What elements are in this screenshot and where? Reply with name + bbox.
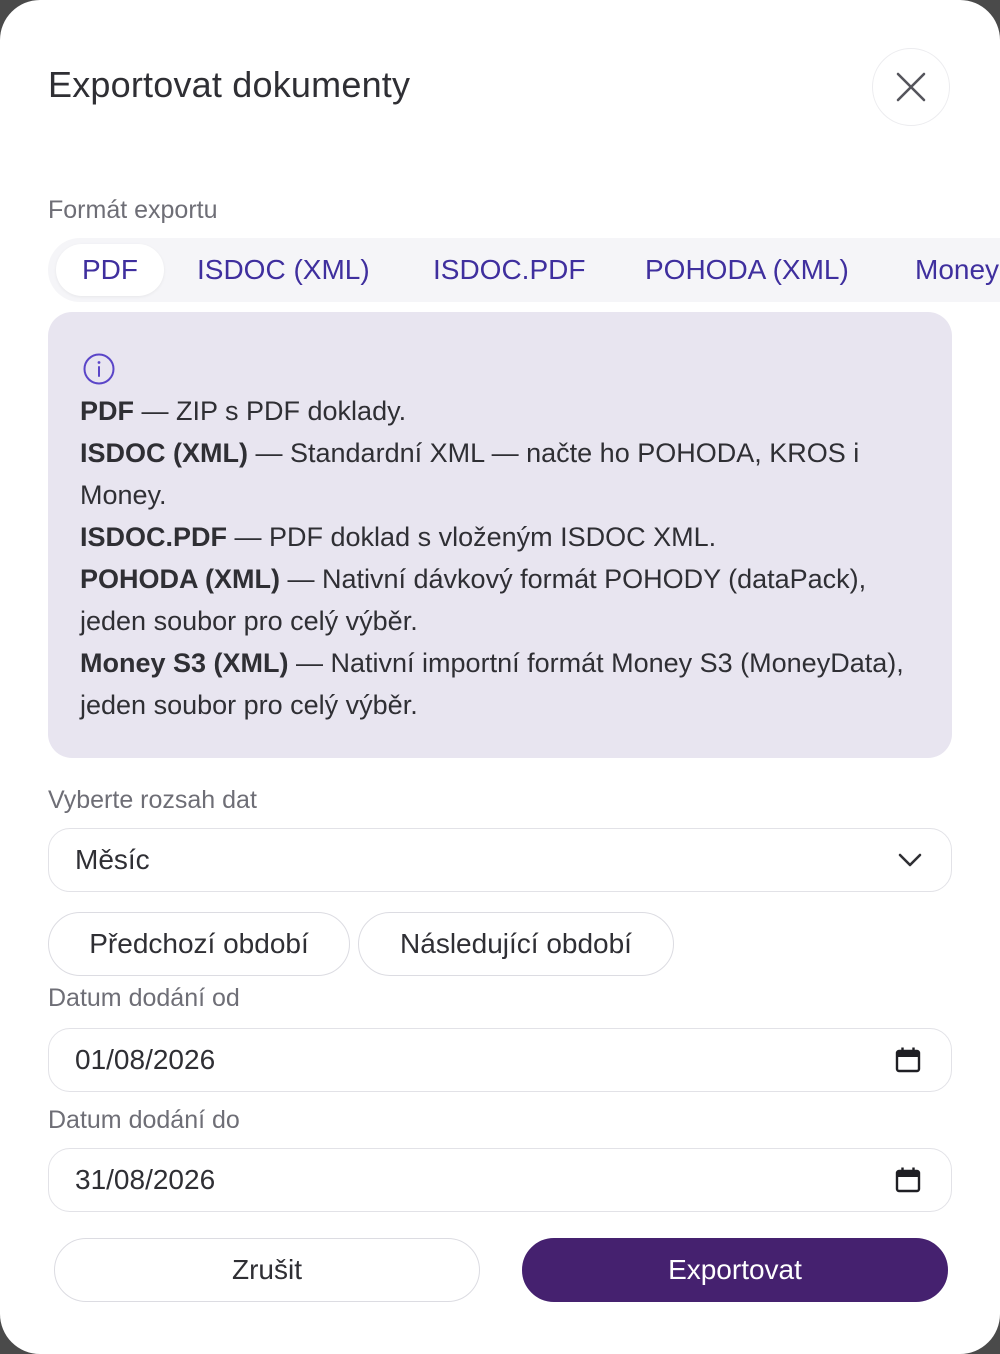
- export-button[interactable]: Exportovat: [522, 1238, 948, 1302]
- range-selected-value: Měsíc: [75, 844, 150, 875]
- info-line-pohoda-xml: POHODA (XML) — Nativní dávkový formát PO…: [80, 558, 920, 642]
- info-line-pdf: PDF — ZIP s PDF doklady.: [80, 390, 920, 432]
- tab-isdoc-pdf[interactable]: ISDOC.PDF: [433, 244, 585, 296]
- dialog-title: Exportovat dokumenty: [48, 64, 411, 105]
- info-format-desc: — PDF doklad s vloženým ISDOC XML.: [227, 522, 717, 552]
- info-icon: [83, 353, 115, 385]
- format-tabs: PDF ISDOC (XML) ISDOC.PDF POHODA (XML) M…: [48, 238, 1000, 302]
- info-format-desc: — ZIP s PDF doklady.: [134, 396, 407, 426]
- range-select[interactable]: Měsíc: [48, 828, 952, 892]
- close-button[interactable]: [872, 48, 950, 126]
- info-line-money-s3-xml: Money S3 (XML) — Nativní importní formát…: [80, 642, 920, 726]
- format-label: Formát exportu: [48, 196, 218, 224]
- date-to-input[interactable]: 31/08/2026: [48, 1148, 952, 1212]
- tab-isdoc-xml[interactable]: ISDOC (XML): [197, 244, 370, 296]
- info-format-name: PDF: [80, 396, 134, 426]
- calendar-icon[interactable]: [895, 1046, 921, 1074]
- format-info-box: PDF — ZIP s PDF doklady. ISDOC (XML) — S…: [48, 312, 952, 758]
- next-period-button[interactable]: Následující období: [358, 912, 674, 976]
- tab-money-s3-xml[interactable]: Money S3 (XML): [915, 244, 1000, 296]
- chevron-down-icon: [898, 853, 922, 867]
- previous-period-button[interactable]: Předchozí období: [48, 912, 350, 976]
- info-format-name: ISDOC.PDF: [80, 522, 228, 552]
- info-format-name: Money S3 (XML): [80, 648, 289, 678]
- tab-pohoda-xml[interactable]: POHODA (XML): [645, 244, 849, 296]
- range-label: Vyberte rozsah dat: [48, 786, 257, 814]
- date-from-input[interactable]: 01/08/2026: [48, 1028, 952, 1092]
- calendar-icon[interactable]: [895, 1166, 921, 1194]
- export-dialog: Exportovat dokumenty Formát exportu PDF …: [0, 0, 1000, 1354]
- info-format-name: POHODA (XML): [80, 564, 280, 594]
- close-icon: [896, 72, 926, 102]
- info-line-isdoc-pdf: ISDOC.PDF — PDF doklad s vloženým ISDOC …: [80, 516, 920, 558]
- date-from-label: Datum dodání od: [48, 984, 240, 1012]
- tab-pdf[interactable]: PDF: [56, 244, 164, 296]
- cancel-button[interactable]: Zrušit: [54, 1238, 480, 1302]
- info-format-name: ISDOC (XML): [80, 438, 248, 468]
- format-descriptions: PDF — ZIP s PDF doklady. ISDOC (XML) — S…: [80, 390, 920, 726]
- date-from-value: 01/08/2026: [75, 1044, 216, 1075]
- info-line-isdoc-xml: ISDOC (XML) — Standardní XML — načte ho …: [80, 432, 920, 516]
- date-to-value: 31/08/2026: [75, 1164, 216, 1195]
- date-to-label: Datum dodání do: [48, 1106, 240, 1134]
